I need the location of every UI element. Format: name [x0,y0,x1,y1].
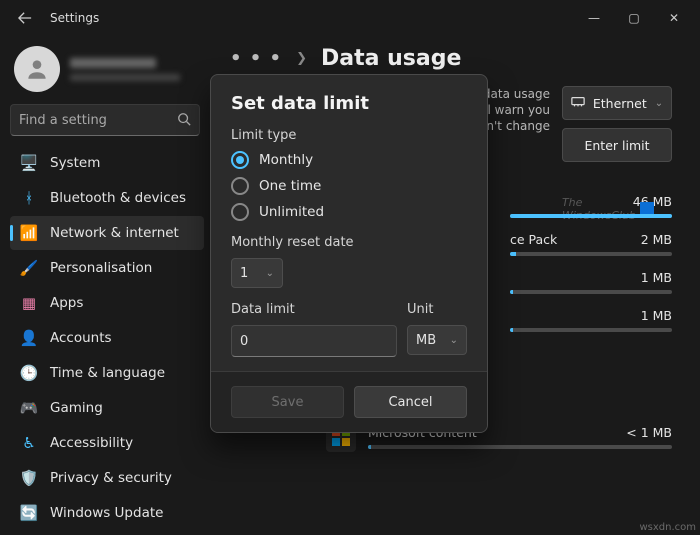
reset-date-select[interactable]: 1 ⌄ [231,258,283,288]
back-icon[interactable] [14,7,36,29]
unit-select[interactable]: MB ⌄ [407,325,467,355]
chevron-down-icon: ⌄ [450,335,458,346]
watermark: The WindowsClub [562,196,654,222]
shield-icon: 🛡️ [20,469,38,487]
bluetooth-icon: ᚼ [20,189,38,207]
nav-item-accounts[interactable]: 👤Accounts [10,321,204,355]
radio-unlimited[interactable]: Unlimited [231,203,467,221]
unit-label: Unit [407,302,467,317]
accounts-icon: 👤 [20,329,38,347]
data-limit-input[interactable]: 0 [231,325,397,357]
nav-item-network[interactable]: 📶Network & internet [10,216,204,250]
set-data-limit-dialog: Set data limit Limit type Monthly One ti… [210,74,488,433]
nav-item-time[interactable]: 🕒Time & language [10,356,204,390]
app-title: Settings [50,11,99,25]
overflow-icon[interactable]: • • • [230,48,282,69]
dialog-title: Set data limit [231,93,467,114]
user-info-blurred [70,58,180,81]
avatar [14,46,60,92]
nav-item-apps[interactable]: ▦Apps [10,286,204,320]
nav-item-update[interactable]: 🔄Windows Update [10,496,204,530]
usage-value: 1 MB [641,270,672,285]
enter-limit-button[interactable]: Enter limit [562,128,672,162]
radio-unchecked-icon [231,177,249,195]
radio-monthly[interactable]: Monthly [231,151,467,169]
radio-unchecked-icon [231,203,249,221]
search-icon [177,111,191,130]
update-icon: 🔄 [20,504,38,522]
nav-item-bluetooth[interactable]: ᚼBluetooth & devices [10,181,204,215]
window-controls: — ▢ ✕ [574,3,694,33]
data-limit-label: Data limit [231,302,397,317]
chevron-right-icon: ❯ [296,51,307,66]
usage-value: < 1 MB [626,425,672,440]
chevron-down-icon: ⌄ [266,268,274,279]
usage-value: 2 MB [641,232,672,247]
minimize-icon[interactable]: — [574,3,614,33]
brush-icon: 🖌️ [20,259,38,277]
cancel-button[interactable]: Cancel [354,386,467,418]
nav-item-system[interactable]: 🖥️System [10,146,204,180]
radio-one-time[interactable]: One time [231,177,467,195]
search-placeholder: Find a setting [19,113,107,128]
save-button: Save [231,386,344,418]
usage-value: 1 MB [641,308,672,323]
page-title: Data usage [321,46,461,71]
sidebar: Find a setting 🖥️System ᚼBluetooth & dev… [0,36,210,535]
search-input[interactable]: Find a setting [10,104,200,136]
footer-url: wsxdn.com [639,522,696,533]
titlebar: Settings — ▢ ✕ [0,0,700,36]
close-icon[interactable]: ✕ [654,3,694,33]
reset-date-label: Monthly reset date [231,235,467,250]
nav-item-gaming[interactable]: 🎮Gaming [10,391,204,425]
gaming-icon: 🎮 [20,399,38,417]
ethernet-icon [571,96,585,111]
nav-list: 🖥️System ᚼBluetooth & devices 📶Network &… [10,146,204,530]
system-icon: 🖥️ [20,154,38,172]
chevron-down-icon: ⌄ [655,98,663,109]
apps-icon: ▦ [20,294,38,312]
adapter-dropdown[interactable]: Ethernet ⌄ [562,86,672,120]
wifi-icon: 📶 [20,224,38,242]
user-profile[interactable] [10,42,204,102]
maximize-icon[interactable]: ▢ [614,3,654,33]
nav-item-privacy[interactable]: 🛡️Privacy & security [10,461,204,495]
nav-item-personalisation[interactable]: 🖌️Personalisation [10,251,204,285]
limit-type-label: Limit type [231,128,467,143]
accessibility-icon: ♿ [20,434,38,452]
radio-checked-icon [231,151,249,169]
nav-item-accessibility[interactable]: ♿Accessibility [10,426,204,460]
clock-icon: 🕒 [20,364,38,382]
